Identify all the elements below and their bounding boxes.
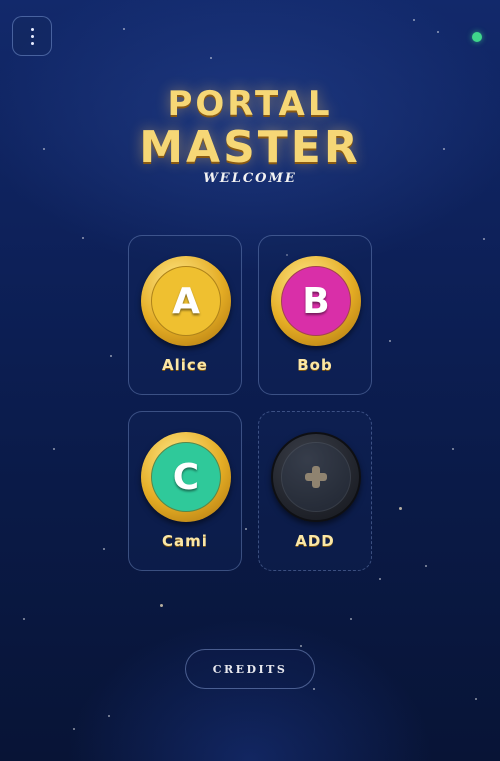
add-avatar-placeholder xyxy=(271,432,361,522)
title-portal: PORTAL xyxy=(167,84,333,124)
profile-avatar: A xyxy=(141,256,231,346)
star xyxy=(53,448,55,450)
star xyxy=(313,688,315,690)
star xyxy=(210,57,212,59)
star xyxy=(389,340,391,342)
vertical-ellipsis-icon xyxy=(30,27,34,45)
star xyxy=(452,448,454,450)
avatar-initial: B xyxy=(302,280,330,322)
title-master: MASTER xyxy=(139,122,361,173)
star xyxy=(475,698,477,700)
star xyxy=(350,618,352,620)
profile-card-alice[interactable]: A Alice xyxy=(128,235,242,395)
star xyxy=(110,355,112,357)
profile-name: Alice xyxy=(162,356,208,374)
star xyxy=(73,728,75,730)
star xyxy=(108,715,110,717)
star xyxy=(23,618,25,620)
avatar-initial: A xyxy=(172,280,200,322)
profile-card-cami[interactable]: C Cami xyxy=(128,411,242,571)
star xyxy=(245,528,247,530)
star xyxy=(82,237,84,239)
plus-icon xyxy=(305,466,327,488)
online-status-indicator xyxy=(472,32,482,42)
welcome-subtitle: WELCOME xyxy=(203,171,297,186)
avatar-initial: C xyxy=(172,456,200,498)
star xyxy=(425,565,427,567)
star xyxy=(399,507,402,510)
profile-name: Bob xyxy=(297,356,333,374)
credits-button[interactable]: CREDITS xyxy=(185,649,315,689)
star xyxy=(123,28,125,30)
profile-avatar: B xyxy=(271,256,361,346)
star xyxy=(437,31,439,33)
star xyxy=(103,548,105,550)
star xyxy=(300,645,302,647)
star xyxy=(413,19,415,21)
add-profile-label: ADD xyxy=(295,532,335,550)
star xyxy=(379,578,381,580)
star xyxy=(160,604,163,607)
add-profile-button[interactable]: ADD xyxy=(258,411,372,571)
profile-avatar: C xyxy=(141,432,231,522)
menu-button[interactable] xyxy=(12,16,52,56)
profile-name: Cami xyxy=(162,532,208,550)
profile-card-bob[interactable]: B Bob xyxy=(258,235,372,395)
star xyxy=(483,238,485,240)
